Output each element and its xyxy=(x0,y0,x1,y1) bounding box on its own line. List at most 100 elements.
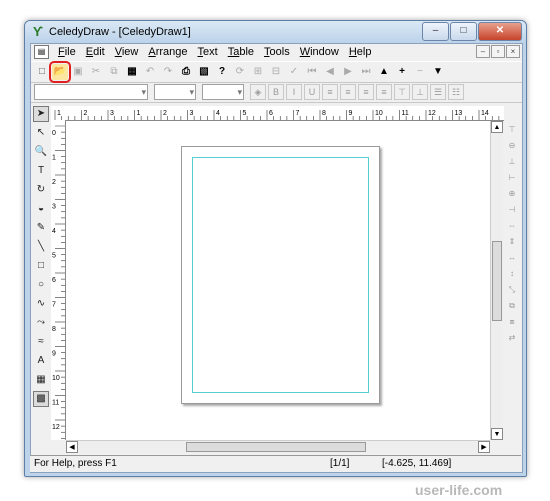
pen-tool-icon[interactable]: ✎ xyxy=(33,220,49,236)
rectangle-tool-icon[interactable]: □ xyxy=(33,258,49,274)
select-arrow-icon[interactable]: ➤ xyxy=(33,106,49,122)
ungroup-icon[interactable]: ⊟ xyxy=(268,64,284,80)
document-icon[interactable]: ▤ xyxy=(34,45,49,59)
order-front-icon[interactable]: ⧉ xyxy=(506,300,518,312)
print-icon[interactable]: ⎙ xyxy=(178,64,194,80)
open-file-icon[interactable]: 📂 xyxy=(49,61,71,83)
document-page[interactable] xyxy=(181,146,380,404)
align-top-icon[interactable]: ⊤ xyxy=(506,124,518,136)
bold-icon[interactable]: B xyxy=(268,84,284,100)
menu-edit[interactable]: Edit xyxy=(81,46,110,58)
menu-help[interactable]: Help xyxy=(344,46,377,58)
vertical-scroll-thumb[interactable] xyxy=(492,241,502,321)
menu-view[interactable]: View xyxy=(110,46,144,58)
curve-tool-icon[interactable]: ∿ xyxy=(33,296,49,312)
toolbar-dropdown-icon[interactable]: ▼ xyxy=(430,64,446,80)
scroll-up-icon[interactable]: ▲ xyxy=(491,121,503,133)
scroll-right-icon[interactable]: ▶ xyxy=(478,441,490,453)
distribute-h-icon[interactable]: ⇔ xyxy=(506,220,518,232)
art-text-tool-icon[interactable]: A xyxy=(33,353,49,369)
h-ruler-label: 1 xyxy=(57,110,61,117)
prev-page-icon[interactable]: ◀ xyxy=(322,64,338,80)
v-ruler-label: 9 xyxy=(52,351,56,358)
rotate-icon[interactable]: ⟳ xyxy=(232,64,248,80)
minimize-button[interactable]: – xyxy=(422,22,449,41)
close-button[interactable]: ✕ xyxy=(478,22,522,41)
align-right-icon[interactable]: ⊣ xyxy=(506,204,518,216)
ellipse-tool-icon[interactable]: ○ xyxy=(33,277,49,293)
h-ruler-label: 10 xyxy=(375,110,383,117)
numbered-list-icon[interactable]: ☷ xyxy=(448,84,464,100)
table-tool-icon[interactable]: ▦ xyxy=(33,372,49,388)
mdi-restore-button[interactable]: ▫ xyxy=(491,45,505,58)
connector-tool-icon[interactable]: ⤳ xyxy=(33,315,49,331)
undo-icon[interactable]: ↶ xyxy=(142,64,158,80)
menu-file[interactable]: File xyxy=(53,46,81,58)
drawing-canvas[interactable] xyxy=(66,121,490,440)
menu-table[interactable]: Table xyxy=(223,46,259,58)
grid-tool-icon[interactable]: ▩ xyxy=(33,391,49,407)
horizontal-scrollbar[interactable]: ◀ ▶ xyxy=(66,440,490,453)
redo-icon[interactable]: ↷ xyxy=(160,64,176,80)
align-bottom-icon[interactable]: ⊥ xyxy=(506,156,518,168)
last-page-icon[interactable]: ⏭ xyxy=(358,64,374,80)
text-tool-icon[interactable]: T xyxy=(33,163,49,179)
spell-check-icon[interactable]: ✓ xyxy=(286,64,302,80)
copy-icon[interactable]: ⧉ xyxy=(106,64,122,80)
order-back-icon[interactable]: ⧈ xyxy=(506,316,518,328)
align-left-icon[interactable]: ⊢ xyxy=(506,172,518,184)
valign-top-icon[interactable]: ⊤ xyxy=(394,84,410,100)
zoom-icon[interactable]: 🔍 xyxy=(33,144,49,160)
vertical-scrollbar[interactable]: ▲ ▼ xyxy=(490,121,503,440)
rotate-tool-icon[interactable]: ↻ xyxy=(33,182,49,198)
menu-window[interactable]: Window xyxy=(295,46,344,58)
fill-tool-icon[interactable]: ◒ xyxy=(33,201,49,217)
freehand-tool-icon[interactable]: ≈ xyxy=(33,334,49,350)
distribute-v-icon[interactable]: ⇕ xyxy=(506,236,518,248)
menu-arrange[interactable]: Arrange xyxy=(143,46,192,58)
help-icon[interactable]: ? xyxy=(214,64,230,80)
mdi-minimize-button[interactable]: – xyxy=(476,45,490,58)
paste-icon[interactable]: ▦ xyxy=(124,64,140,80)
up-arrow-icon[interactable]: ▲ xyxy=(376,64,392,80)
menu-tools[interactable]: Tools xyxy=(259,46,295,58)
node-edit-icon[interactable]: ↖ xyxy=(33,125,49,141)
align-middle-icon[interactable]: ⊖ xyxy=(506,140,518,152)
plus-icon[interactable]: + xyxy=(394,64,410,80)
align-hcenter-icon[interactable]: ⊕ xyxy=(506,188,518,200)
line-tool-icon[interactable]: ╲ xyxy=(33,239,49,255)
first-page-icon[interactable]: ⏮ xyxy=(304,64,320,80)
v-ruler-label: 4 xyxy=(52,228,56,235)
title-bar[interactable]: ϒ CeledyDraw - [CeledyDraw1] – □ ✕ xyxy=(25,21,526,43)
same-size-icon[interactable]: ⤡ xyxy=(506,284,518,296)
cut-icon[interactable]: ✂ xyxy=(88,64,104,80)
group-icon[interactable]: ⊞ xyxy=(250,64,266,80)
same-height-icon[interactable]: ↕ xyxy=(506,268,518,280)
scroll-down-icon[interactable]: ▼ xyxy=(491,428,503,440)
horizontal-scroll-thumb[interactable] xyxy=(186,442,366,452)
font-size-combo[interactable] xyxy=(154,84,196,100)
flip-h-icon[interactable]: ⇄ xyxy=(506,332,518,344)
scroll-left-icon[interactable]: ◀ xyxy=(66,441,78,453)
minus-icon[interactable]: − xyxy=(412,64,428,80)
print-preview-icon[interactable]: ▧ xyxy=(196,64,212,80)
align-center-icon[interactable]: ≡ xyxy=(340,84,356,100)
client-area: ▤ File Edit View Arrange Text Table Tool… xyxy=(30,43,523,473)
fill-color-icon[interactable]: ◈ xyxy=(250,84,266,100)
new-file-icon[interactable]: □ xyxy=(34,64,50,80)
align-left-icon[interactable]: ≡ xyxy=(322,84,338,100)
maximize-button[interactable]: □ xyxy=(450,22,477,41)
font-name-combo[interactable] xyxy=(34,84,148,100)
menu-text[interactable]: Text xyxy=(193,46,223,58)
style-combo[interactable] xyxy=(202,84,244,100)
same-width-icon[interactable]: ↔ xyxy=(506,252,518,264)
italic-icon[interactable]: I xyxy=(286,84,302,100)
next-page-icon[interactable]: ▶ xyxy=(340,64,356,80)
mdi-close-button[interactable]: × xyxy=(506,45,520,58)
list-icon[interactable]: ☰ xyxy=(430,84,446,100)
underline-icon[interactable]: U xyxy=(304,84,320,100)
save-icon[interactable]: ▣ xyxy=(70,64,86,80)
justify-icon[interactable]: ≡ xyxy=(376,84,392,100)
align-right-icon[interactable]: ≡ xyxy=(358,84,374,100)
valign-bottom-icon[interactable]: ⊥ xyxy=(412,84,428,100)
